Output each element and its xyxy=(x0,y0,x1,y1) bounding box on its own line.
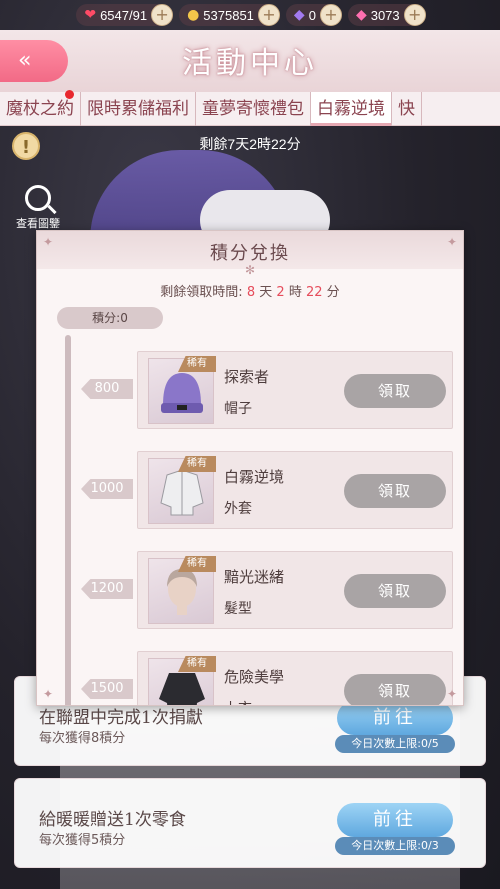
coins-value: 5375851 xyxy=(203,7,254,23)
snowflake-icon: ✻ xyxy=(245,263,256,277)
event-tabs: 魔杖之約 限時累儲福利 童夢寄懷禮包 白霧逆境 快 xyxy=(0,90,500,126)
heart-icon: ❤ xyxy=(84,7,97,23)
reward-name: 白霧逆境 xyxy=(224,468,285,486)
snowflake-icon: ✦ xyxy=(43,687,54,701)
reward-name: 探索者 xyxy=(224,368,270,386)
tab-childhood-gift[interactable]: 童夢寄懷禮包 xyxy=(196,92,311,126)
go-button[interactable]: 前往 xyxy=(337,803,453,837)
notification-dot xyxy=(65,90,74,99)
snowflake-icon: ✦ xyxy=(446,687,457,701)
tab-label: 白霧逆境 xyxy=(317,99,385,119)
tab-label: 限時累儲福利 xyxy=(87,99,189,119)
hearts-resource: ❤ 6547/91 + xyxy=(76,4,174,26)
tier-label: 800 xyxy=(81,379,133,399)
tab-white-fog[interactable]: 白霧逆境 xyxy=(311,92,392,126)
crystal-b-resource: ◆ 3073 + xyxy=(347,4,426,26)
task-title: 在聯盟中完成1次捐獻 xyxy=(39,708,203,728)
claim-button[interactable]: 領取 xyxy=(344,374,446,408)
reward-name: 黯光迷緒 xyxy=(224,568,285,586)
hearts-value: 6547/91 xyxy=(100,7,148,23)
task-desc: 每次獲得8積分 xyxy=(39,731,126,746)
add-coins-button[interactable]: + xyxy=(257,4,280,26)
claim-button[interactable]: 領取 xyxy=(344,474,446,508)
add-crystal-a-button[interactable]: + xyxy=(319,4,342,26)
pink-diamond-icon: ◆ xyxy=(355,7,367,23)
coin-icon: ● xyxy=(187,7,200,23)
task-title: 給暖暖贈送1次零食 xyxy=(39,810,186,830)
crystal-a-value: 0 xyxy=(308,7,316,23)
magnifier-icon xyxy=(25,185,51,211)
reward-item: 稀有 探索者 帽子 領取 xyxy=(137,351,453,429)
diamond-icon: ◆ xyxy=(293,7,305,23)
points-exchange-panel: ✦ ✦ 積分兌換 ✻ 剩餘領取時間: 8 天 2 時 22 分 積分:0 800… xyxy=(36,230,464,706)
tab-more[interactable]: 快 xyxy=(392,92,422,126)
event-countdown: 剩餘7天2時22分 xyxy=(199,136,301,152)
resource-bar: ❤ 6547/91 + ● 5375851 + ◆ 0 + ◆ 3073 + xyxy=(0,0,500,30)
daily-limit: 今日次數上限:0/5 xyxy=(335,735,455,753)
progress-track xyxy=(65,335,71,705)
go-button[interactable]: 前往 xyxy=(337,701,453,735)
tab-limited-recharge[interactable]: 限時累儲福利 xyxy=(81,92,196,126)
claim-hours: 2 xyxy=(276,285,285,300)
add-hearts-button[interactable]: + xyxy=(151,4,174,26)
page-title: 活動中心 xyxy=(182,46,318,81)
tab-label: 童夢寄懷禮包 xyxy=(202,99,304,119)
task-desc: 每次獲得5積分 xyxy=(39,833,126,848)
score-display: 積分:0 xyxy=(57,307,163,329)
reward-type: 帽子 xyxy=(224,401,252,417)
tier-label: 1500 xyxy=(81,679,133,699)
hour-unit: 時 xyxy=(288,285,302,300)
claim-time: 剩餘領取時間: 8 天 2 時 22 分 xyxy=(37,281,463,300)
view-catalog-button[interactable]: 查看圖鑒 xyxy=(12,185,64,231)
crystal-a-resource: ◆ 0 + xyxy=(285,4,342,26)
minute-unit: 分 xyxy=(326,285,340,300)
view-catalog-label: 查看圖鑒 xyxy=(16,217,60,230)
day-unit: 天 xyxy=(259,285,273,300)
reward-type: 外套 xyxy=(224,501,252,517)
claim-minutes: 22 xyxy=(305,285,323,300)
reward-item: 稀有 危險美學 上衣 領取 xyxy=(137,651,453,705)
claim-button[interactable]: 領取 xyxy=(344,674,446,705)
claim-days: 8 xyxy=(246,285,256,300)
reward-type: 髮型 xyxy=(224,601,252,617)
task-card: 給暖暖贈送1次零食 每次獲得5積分 前往 今日次數上限:0/3 xyxy=(14,778,486,868)
tab-label: 快 xyxy=(398,99,415,119)
claim-button[interactable]: 領取 xyxy=(344,574,446,608)
panel-title: 積分兌換 xyxy=(210,243,290,264)
reward-type: 上衣 xyxy=(224,698,252,705)
reward-item: 稀有 白霧逆境 外套 領取 xyxy=(137,451,453,529)
claim-time-label: 剩餘領取時間: xyxy=(160,285,243,300)
crystal-b-value: 3073 xyxy=(370,7,400,23)
tier-label: 1000 xyxy=(81,479,133,499)
header: « 活動中心 xyxy=(0,30,500,92)
tier-label: 1200 xyxy=(81,579,133,599)
tab-wand-pact[interactable]: 魔杖之約 xyxy=(0,90,81,126)
reward-name: 危險美學 xyxy=(224,668,285,686)
coins-resource: ● 5375851 + xyxy=(179,4,280,26)
reward-item: 稀有 黯光迷緒 髮型 領取 xyxy=(137,551,453,629)
tab-label: 魔杖之約 xyxy=(6,99,74,119)
add-crystal-b-button[interactable]: + xyxy=(403,4,426,26)
daily-limit: 今日次數上限:0/3 xyxy=(335,837,455,855)
